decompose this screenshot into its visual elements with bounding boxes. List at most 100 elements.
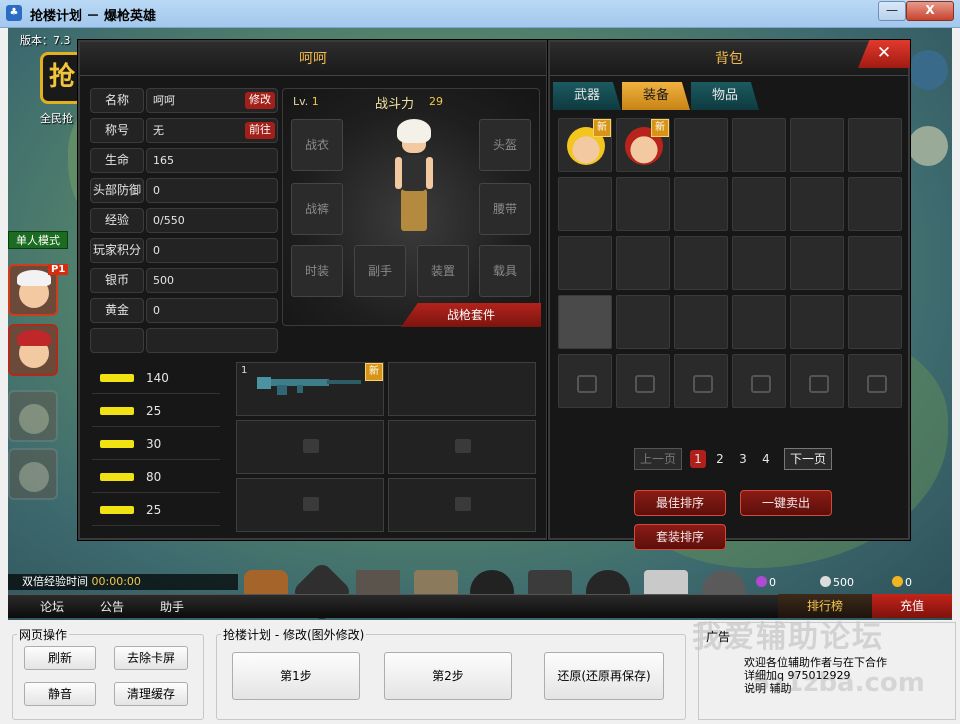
bag-cell[interactable]	[848, 236, 902, 290]
next-page-button[interactable]: 下一页	[784, 448, 832, 470]
weapon-slot-2[interactable]	[388, 362, 536, 416]
bag-cell[interactable]	[616, 236, 670, 290]
stat-label: 称号	[90, 118, 144, 143]
game-logo-subtitle: 全民抢	[40, 112, 73, 125]
stat-action-button[interactable]: 修改	[245, 92, 275, 109]
bag-cell[interactable]	[848, 118, 902, 172]
ammo-count: 140	[146, 371, 169, 385]
bag-cell[interactable]	[790, 177, 844, 231]
bag-cell[interactable]	[674, 295, 728, 349]
new-badge: 新	[651, 119, 669, 137]
bag-cell-locked	[616, 354, 670, 408]
bag-cell-locked	[674, 354, 728, 408]
stat-value-text: 无	[153, 124, 164, 137]
equip-slot-vehicle[interactable]: 载具	[479, 245, 531, 297]
stat-action-button[interactable]: 前往	[245, 122, 275, 139]
page-2[interactable]: 2	[712, 450, 728, 468]
gem-value: 0	[769, 576, 776, 589]
tab-weapons[interactable]: 武器	[553, 82, 621, 110]
stat-label	[90, 328, 144, 353]
gun-icon	[100, 506, 134, 514]
bag-cell[interactable]	[674, 118, 728, 172]
page-1[interactable]: 1	[690, 450, 706, 468]
weapon-slot-1[interactable]: 1 新	[236, 362, 384, 416]
double-exp-label: 双倍经验时间	[22, 575, 88, 588]
step1-button[interactable]: 第1步	[232, 652, 360, 700]
mute-button[interactable]: 静音	[24, 682, 96, 706]
page-3[interactable]: 3	[735, 450, 751, 468]
bag-cell[interactable]	[732, 236, 786, 290]
restore-button[interactable]: 还原(还原再保存)	[544, 652, 664, 700]
game-canvas[interactable]: 版本：7.3 抢 全民抢 单人模式 P1 呵呵 名称 呵呵 修改 称号无前往 生命 165…	[8, 28, 952, 620]
bag-cell[interactable]	[790, 236, 844, 290]
app-icon: ♣	[6, 5, 22, 21]
stat-row: 黄金 0	[90, 298, 278, 323]
bag-cell[interactable]	[558, 295, 612, 349]
clear-cache-button[interactable]: 清理缓存	[114, 682, 188, 706]
equip-slot-pants[interactable]: 战裤	[291, 183, 343, 235]
minimize-button[interactable]: —	[878, 1, 906, 21]
stat-label: 头部防御	[90, 178, 144, 203]
nav-assistant[interactable]: 助手	[142, 595, 202, 619]
equip-slot-helmet[interactable]: 头盔	[479, 119, 531, 171]
bag-cell[interactable]	[674, 236, 728, 290]
tab-equipment[interactable]: 装备	[622, 82, 690, 110]
hero-arm	[395, 157, 402, 189]
currency-gem: 0	[756, 576, 776, 589]
step2-button[interactable]: 第2步	[384, 652, 512, 700]
stat-row: 玩家积分 0	[90, 238, 278, 263]
bag-cell[interactable]	[790, 295, 844, 349]
ad-title: 广告	[706, 630, 731, 644]
bag-cell[interactable]: 新	[616, 118, 670, 172]
bag-cell[interactable]	[616, 295, 670, 349]
level-value: 1	[311, 95, 319, 108]
prev-page-button[interactable]: 上一页	[634, 448, 682, 470]
best-sort-button[interactable]: 最佳排序	[634, 490, 726, 516]
close-window-button[interactable]: X	[906, 1, 954, 21]
bag-cell[interactable]	[674, 177, 728, 231]
refresh-button[interactable]: 刷新	[24, 646, 96, 670]
watermark-url: 5z1zba.com	[752, 668, 925, 698]
bag-cell[interactable]	[732, 295, 786, 349]
version-label: 版本：7.3	[20, 34, 71, 47]
tab-items[interactable]: 物品	[691, 82, 759, 110]
suit-sort-button[interactable]: 套装排序	[634, 524, 726, 550]
bag-cell[interactable]	[616, 177, 670, 231]
player-avatar-slot[interactable]	[8, 448, 58, 500]
character-panel-title: 呵呵	[80, 42, 546, 76]
bag-cell[interactable]	[558, 177, 612, 231]
bag-cell[interactable]	[558, 236, 612, 290]
stat-label: 玩家积分	[90, 238, 144, 263]
equip-slot-belt[interactable]: 腰带	[479, 183, 531, 235]
bag-cell[interactable]	[790, 118, 844, 172]
player-avatar-p2[interactable]	[8, 324, 58, 376]
remove-lag-button[interactable]: 去除卡屏	[114, 646, 188, 670]
window-titlebar: ♣ 抢楼计划 － 爆枪英雄 — X	[0, 0, 960, 28]
bag-cell[interactable]: 新	[558, 118, 612, 172]
equip-slot-fashion[interactable]: 时装	[291, 245, 343, 297]
gem-icon	[756, 576, 767, 587]
double-exp-timer: 双倍经验时间 00:00:00	[8, 574, 238, 590]
sell-all-button[interactable]: 一键卖出	[740, 490, 832, 516]
silver-value: 500	[833, 576, 854, 589]
bag-cell[interactable]	[848, 177, 902, 231]
pvp-icon[interactable]	[908, 50, 948, 90]
equip-slot-armor[interactable]: 战衣	[291, 119, 343, 171]
stat-value-text: 500	[153, 274, 174, 287]
bag-cell[interactable]	[848, 295, 902, 349]
stat-row: 生命 165	[90, 148, 278, 173]
recharge-button[interactable]: 充值	[872, 594, 952, 618]
page-4[interactable]: 4	[758, 450, 774, 468]
bag-cell[interactable]	[732, 177, 786, 231]
nav-announcement[interactable]: 公告	[82, 595, 142, 619]
player-avatar-slot[interactable]	[8, 390, 58, 442]
bag-cell[interactable]	[732, 118, 786, 172]
currency-silver: 500	[820, 576, 854, 589]
gun-suit-button[interactable]: 战枪套件	[401, 303, 541, 327]
nav-forum[interactable]: 论坛	[22, 595, 82, 619]
stat-label: 名称	[90, 88, 144, 113]
equip-slot-offhand[interactable]: 副手	[354, 245, 406, 297]
zombie-icon[interactable]	[908, 126, 948, 166]
hero-legs	[401, 189, 427, 231]
equip-slot-device[interactable]: 装置	[417, 245, 469, 297]
